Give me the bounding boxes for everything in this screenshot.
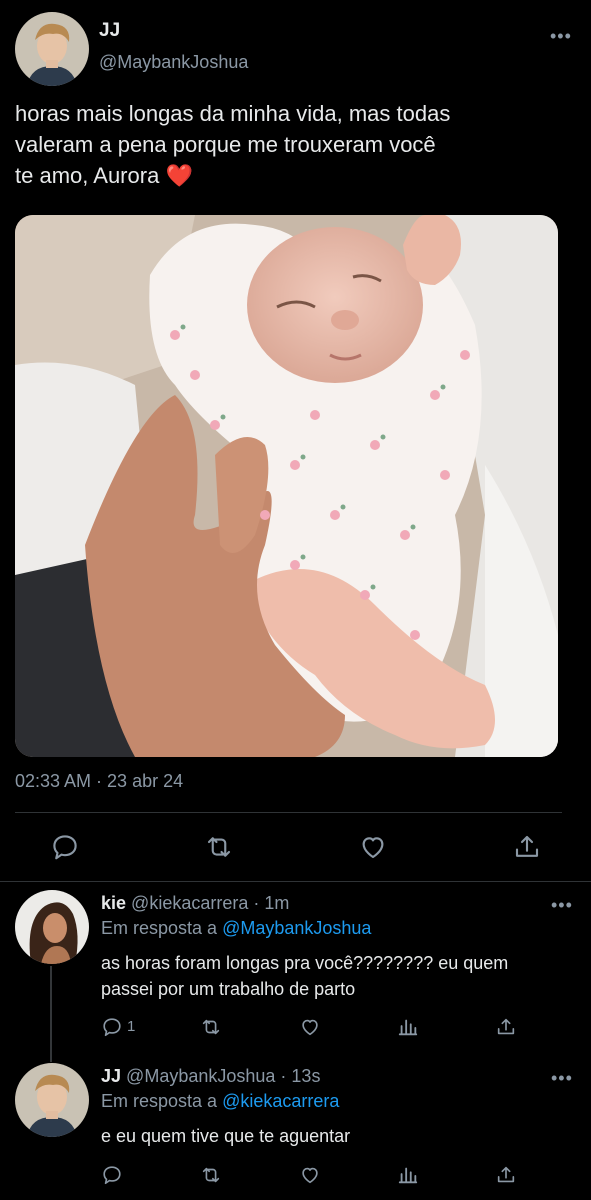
tweet-text-line: horas mais longas da minha vida, mas tod… [15,101,451,126]
like-icon[interactable] [358,832,388,862]
tweet-photo[interactable] [15,215,558,757]
retweet-icon[interactable] [200,1164,222,1186]
tweet-text-line: valeram a pena porque me trouxeram você [15,132,436,157]
more-options-icon[interactable]: ••• [551,895,573,916]
analytics-icon[interactable] [397,1016,419,1038]
reply-text: e eu quem tive que te aguentar [101,1123,581,1149]
retweet-icon[interactable] [200,1016,222,1038]
reply-text: as horas foram longas pra você???????? e… [101,950,581,1002]
reply-author-name[interactable]: JJ [101,1066,121,1086]
replying-to-label: Em resposta a [101,918,218,938]
thread-line [50,966,52,1062]
reply-header: JJ @MaybankJoshua · 13s [101,1066,320,1087]
reply-text-line: as horas foram longas pra você???????? e… [101,953,509,973]
author-name[interactable]: JJ [99,20,120,42]
analytics-icon[interactable] [397,1164,419,1186]
reply-icon[interactable] [101,1164,123,1186]
retweet-icon[interactable] [204,832,234,862]
divider [0,881,591,882]
more-options-icon[interactable]: ••• [550,26,572,47]
replying-to: Em resposta a @MaybankJoshua [101,918,371,939]
like-icon[interactable] [299,1016,321,1038]
reply-time[interactable]: · 1m [253,893,289,913]
reply-time[interactable]: · 13s [280,1066,320,1086]
reply-header: kie @kiekacarrera · 1m [101,893,289,914]
reply-author-name[interactable]: kie [101,893,126,913]
share-icon[interactable] [495,1164,517,1186]
replying-to: Em resposta a @kiekacarrera [101,1091,339,1112]
divider [15,812,562,813]
reply-icon[interactable] [50,832,80,862]
avatar-jj[interactable] [15,12,89,86]
more-options-icon[interactable]: ••• [551,1068,573,1089]
tweet-text-segment: te amo, Aurora [15,163,160,188]
like-icon[interactable] [299,1164,321,1186]
reply-text-line: passei por um trabalho de parto [101,979,356,999]
share-icon[interactable] [495,1016,517,1038]
reply-text-line: e eu quem tive que te aguentar [101,1126,351,1146]
share-icon[interactable] [512,832,542,862]
tweet-text: horas mais longas da minha vida, mas tod… [15,98,575,191]
mention-link[interactable]: @MaybankJoshua [222,918,371,938]
reply-count: 1 [127,1018,136,1035]
tweet-timestamp[interactable]: 02:33 AM · 23 abr 24 [15,771,183,792]
reply-author-handle[interactable]: @kiekacarrera [131,893,248,913]
reply-author-handle[interactable]: @MaybankJoshua [126,1066,275,1086]
reply-icon[interactable] [101,1016,123,1038]
avatar-jj[interactable] [15,1063,89,1137]
author-handle[interactable]: @MaybankJoshua [99,52,248,73]
tweet-text-line: te amo, Aurora ❤️ [15,160,575,191]
mention-link[interactable]: @kiekacarrera [222,1091,339,1111]
avatar-kie[interactable] [15,890,89,964]
heart-emoji: ❤️ [165,163,193,188]
replying-to-label: Em resposta a [101,1091,218,1111]
